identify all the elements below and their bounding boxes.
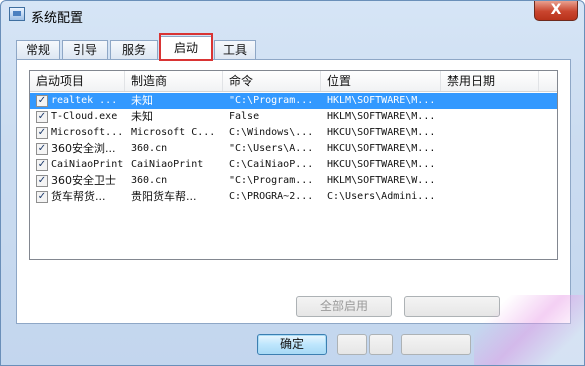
cell-maker: Microsoft C... <box>131 127 216 138</box>
table-row[interactable]: ✓ CaiNiaoPrint CaiNiaoPrint C:\CaiNiaoP... H… <box>30 157 557 173</box>
title-bar[interactable]: 系统配置 X <box>1 1 584 29</box>
cell-item: 货车帮货... <box>51 190 106 203</box>
cell-disabled <box>447 141 537 157</box>
cell-location: HKCU\SOFTWARE\M... <box>327 159 436 170</box>
cell-location: HKCU\SOFTWARE\M... <box>327 143 436 154</box>
cell-maker: 360.cn <box>131 143 168 154</box>
startup-tab-highlight-box <box>159 33 213 61</box>
cell-item: CaiNiaoPrint <box>51 159 123 170</box>
cell-location: HKCU\SOFTWARE\M... <box>327 127 436 138</box>
cell-disabled <box>447 157 537 173</box>
cell-location: HKLM\SOFTWARE\M... <box>327 111 436 122</box>
enable-checkbox[interactable]: ✓ <box>36 175 48 187</box>
help-button[interactable] <box>401 334 471 355</box>
tab-tools[interactable]: 工具 <box>214 40 256 60</box>
cell-item: T-Cloud.exe <box>51 111 118 122</box>
cell-command: "C:\Users\A... <box>229 143 314 154</box>
tab-services[interactable]: 服务 <box>110 40 158 60</box>
table-row[interactable]: ✓ T-Cloud.exe 未知 False HKLM\SOFTWARE\M... <box>30 109 557 125</box>
watermark <box>474 295 584 365</box>
enable-checkbox[interactable]: ✓ <box>36 127 48 139</box>
list-header: 启动项目 制造商 命令 位置 禁用日期 <box>30 71 557 92</box>
close-button[interactable]: X <box>534 1 578 21</box>
cell-maker: CaiNiaoPrint <box>131 159 204 170</box>
cell-item: 360安全卫士 <box>51 174 116 187</box>
column-header-command[interactable]: 命令 <box>223 71 321 91</box>
cell-maker: 未知 <box>131 94 153 107</box>
enable-checkbox[interactable]: ✓ <box>36 111 48 123</box>
cell-maker: 360.cn <box>131 175 168 186</box>
cell-disabled <box>447 173 537 189</box>
cell-command: C:\Windows\... <box>229 127 314 138</box>
cell-disabled <box>447 109 537 125</box>
cell-disabled <box>447 93 537 109</box>
cancel-button[interactable] <box>337 334 367 355</box>
table-row[interactable]: ✓ 360安全卫士 360.cn "C:\Program... HKLM\SOFTWAR… <box>30 173 557 189</box>
cell-command: "C:\Program... <box>229 95 314 106</box>
table-row[interactable]: ✓ 360安全浏... 360.cn "C:\Users\A... HKCU\SOFTW… <box>30 141 557 157</box>
cell-maker: 贵阳货车帮... <box>131 190 197 203</box>
cell-item: 360安全浏... <box>51 142 116 155</box>
startup-items-list[interactable]: 启动项目 制造商 命令 位置 禁用日期 ✓ realtek ... 未知 "C:\Pr… <box>29 70 558 260</box>
cell-disabled <box>447 189 537 205</box>
apply-button[interactable] <box>369 334 393 355</box>
cell-disabled <box>447 125 537 141</box>
window-title: 系统配置 <box>31 11 84 26</box>
tab-boot[interactable]: 引导 <box>62 40 108 60</box>
cell-command: "C:\Program... <box>229 175 314 186</box>
column-header-startup-item[interactable]: 启动项目 <box>30 71 125 91</box>
cell-maker: 未知 <box>131 110 153 123</box>
ok-button[interactable]: 确定 <box>257 334 327 355</box>
table-row[interactable]: ✓ 货车帮货... 贵阳货车帮... C:\PROGRA~2... C:\Users\A… <box>30 189 557 205</box>
cell-location: HKLM\SOFTWARE\W... <box>327 175 436 186</box>
tab-general[interactable]: 常规 <box>16 40 60 60</box>
enable-all-button[interactable]: 全部启用 <box>296 296 392 317</box>
startup-tab-panel: 启动项目 制造商 命令 位置 禁用日期 ✓ realtek ... 未知 "C:\Pr… <box>16 59 571 324</box>
enable-checkbox[interactable]: ✓ <box>36 95 48 107</box>
table-row[interactable]: ✓ realtek ... 未知 "C:\Program... HKLM\SOFTWAR… <box>30 93 557 109</box>
table-row[interactable]: ✓ Microsoft... Microsoft C... C:\Windows\..… <box>30 125 557 141</box>
cell-item: Microsoft... <box>51 127 123 138</box>
cell-command: False <box>229 111 260 122</box>
enable-checkbox[interactable]: ✓ <box>36 143 48 155</box>
column-header-location[interactable]: 位置 <box>321 71 441 91</box>
column-header-manufacturer[interactable]: 制造商 <box>125 71 223 91</box>
cell-location: HKLM\SOFTWARE\M... <box>327 95 436 106</box>
cell-command: C:\CaiNiaoP... <box>229 159 314 170</box>
column-header-date-disabled[interactable]: 禁用日期 <box>441 71 539 91</box>
enable-checkbox[interactable]: ✓ <box>36 159 48 171</box>
system-config-window: 系统配置 X 常规 引导 服务 启动 工具 启动项目 制造商 命令 位置 禁用日… <box>0 0 585 366</box>
cell-location: C:\Users\Admini... <box>327 191 436 202</box>
msconfig-app-icon <box>9 7 25 21</box>
cell-item: realtek ... <box>51 95 118 106</box>
enable-checkbox[interactable]: ✓ <box>36 191 48 203</box>
cell-command: C:\PROGRA~2... <box>229 191 314 202</box>
